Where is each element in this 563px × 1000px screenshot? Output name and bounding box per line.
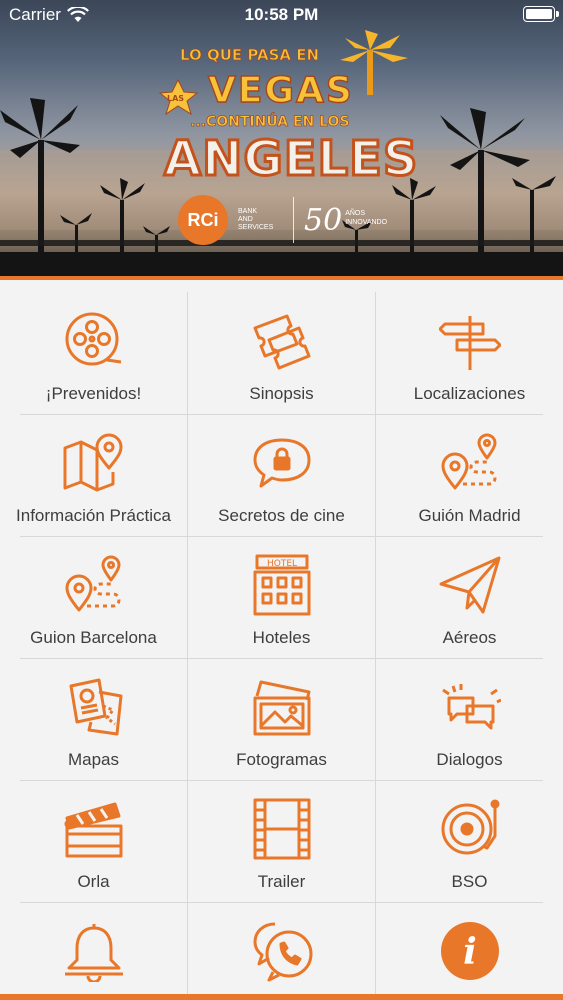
menu-item-label: Fotogramas xyxy=(236,750,327,769)
menu-item-label: Orla xyxy=(77,872,110,891)
route-icon xyxy=(65,555,120,612)
menu-item-dialogos[interactable]: Dialogos xyxy=(376,658,563,780)
logo-line-4: ...CONTINÚA EN LOS xyxy=(190,112,350,130)
rci-logo: RCi xyxy=(178,195,228,245)
menu-item-label: Localizaciones xyxy=(413,384,526,403)
menu-item-hoteles[interactable]: HOTEL Hoteles xyxy=(188,536,375,658)
menu-item-guion-madrid[interactable]: Guión Madrid xyxy=(376,414,563,536)
menu-item-info[interactable]: i xyxy=(376,902,563,996)
svg-text:HOTEL: HOTEL xyxy=(266,559,296,569)
turntable-icon xyxy=(441,799,499,855)
status-bar: Carrier 10:58 PM xyxy=(0,0,563,30)
tickets-icon xyxy=(253,314,310,370)
header-banner: Carrier 10:58 PM LO QUE PASA EN LAS VEGA… xyxy=(0,0,563,276)
menu-item-guion-barcelona[interactable]: Guion Barcelona xyxy=(0,536,187,658)
signpost-icon xyxy=(438,316,501,370)
menu-item-label: BSO xyxy=(451,872,488,891)
menu-item-label: Sinopsis xyxy=(249,384,314,403)
map-pin-icon xyxy=(63,433,122,492)
photos-icon xyxy=(253,680,310,736)
hotel-icon: HOTEL xyxy=(253,554,310,616)
menu-item-secretos-de-cine[interactable]: Secretos de cine xyxy=(188,414,375,536)
menu-item-orla[interactable]: Orla xyxy=(0,780,187,902)
menu-item-label: Guión Madrid xyxy=(418,506,521,525)
menu-item-label: Información Práctica xyxy=(16,506,171,525)
menu-item-fotogramas[interactable]: Fotogramas xyxy=(188,658,375,780)
passport-map-icon xyxy=(69,678,122,736)
logo-line-1: LO QUE PASA EN xyxy=(180,46,319,64)
menu-item-label: Hoteles xyxy=(252,628,311,647)
lock-speech-icon xyxy=(253,438,310,488)
header-accent-line xyxy=(0,276,563,280)
film-reel-icon xyxy=(65,312,121,366)
anniversary-logo: 50 AÑOS INNOVANDO xyxy=(304,202,388,238)
menu-item-trailer[interactable]: Trailer xyxy=(188,780,375,902)
menu-item-sinopsis[interactable]: Sinopsis xyxy=(188,292,375,414)
info-icon: i xyxy=(440,922,499,980)
menu-item-prevenidos[interactable]: ¡Prevenidos! xyxy=(0,292,187,414)
bell-icon xyxy=(64,924,123,982)
phone-chat-icon xyxy=(253,922,312,982)
logo-line-2: LAS xyxy=(167,94,184,103)
menu-item-label: Guion Barcelona xyxy=(30,628,157,647)
logo-line-5: ANGELES xyxy=(164,131,418,187)
menu-item-label: Secretos de cine xyxy=(218,506,345,525)
menu-item-label: Aéreos xyxy=(442,628,497,647)
menu-item-contact[interactable] xyxy=(188,902,375,996)
menu-item-bso[interactable]: BSO xyxy=(376,780,563,902)
clapperboard-icon xyxy=(64,802,122,858)
status-time: 10:58 PM xyxy=(244,5,319,24)
brand-divider xyxy=(293,197,294,243)
bottom-accent-bar xyxy=(0,994,563,1000)
menu-item-label: Mapas xyxy=(67,750,120,769)
menu-item-localizaciones[interactable]: Localizaciones xyxy=(376,292,563,414)
rci-subtitle: BANK AND SERVICES xyxy=(238,208,274,231)
menu-item-mapas[interactable]: Mapas xyxy=(0,658,187,780)
sponsor-row: RCi BANK AND SERVICES 50 AÑOS INNOVANDO xyxy=(178,195,387,245)
chat-bubbles-icon xyxy=(441,684,501,730)
menu-item-aereos[interactable]: Aéreos xyxy=(376,536,563,658)
paper-plane-icon xyxy=(439,556,500,614)
route-icon xyxy=(441,433,496,490)
logo-line-3: VEGAS xyxy=(208,70,354,111)
menu-item-label: Trailer xyxy=(257,872,306,891)
battery-icon xyxy=(523,6,559,22)
menu-item-label: Dialogos xyxy=(436,750,503,769)
menu-item-informacion-practica[interactable]: Información Práctica xyxy=(0,414,187,536)
svg-text:i: i xyxy=(463,931,477,973)
menu-item-notifications[interactable] xyxy=(0,902,187,996)
menu-item-label: ¡Prevenidos! xyxy=(45,384,142,403)
film-strip-icon xyxy=(253,798,310,860)
movie-logo: LO QUE PASA EN LAS VEGAS ...CONTINÚA EN … xyxy=(158,30,419,189)
menu-grid: ¡Prevenidos! Sinopsis Localizaciones Inf… xyxy=(0,292,563,996)
